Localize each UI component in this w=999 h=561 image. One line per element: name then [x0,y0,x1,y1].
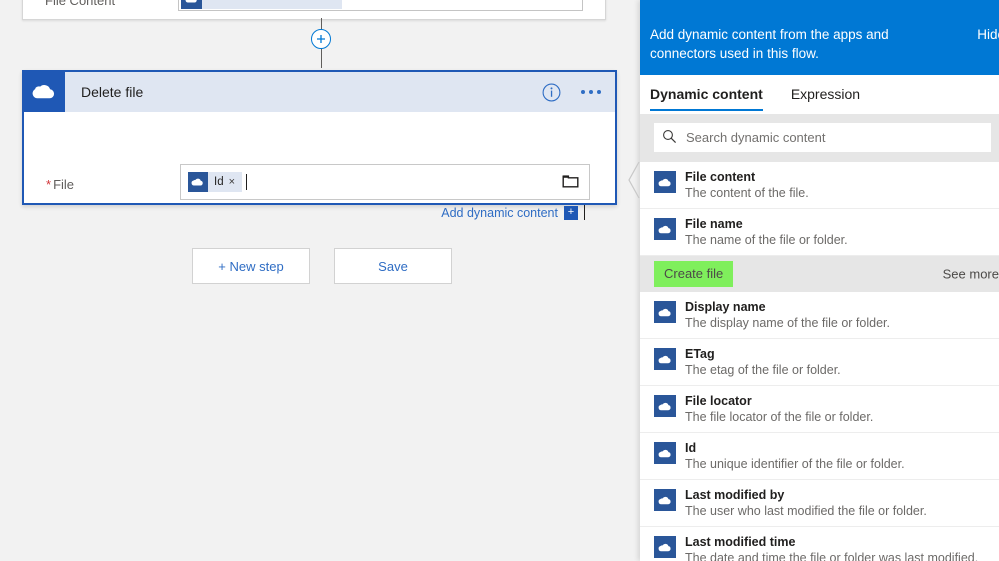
list-item[interactable]: Last modified time The date and time the… [640,527,999,561]
chevron-left-icon[interactable] [627,160,641,200]
folder-icon[interactable] [562,173,579,191]
list-item-desc: The file locator of the file or folder. [685,410,874,424]
onedrive-cloud-icon [654,348,676,370]
text-cursor [246,174,248,190]
flow-connector [311,18,331,78]
onedrive-cloud-icon [654,171,676,193]
list-item[interactable]: ETag The etag of the file or folder. [640,339,999,386]
list-item-name: Display name [685,300,766,314]
list-item-desc: The user who last modified the file or f… [685,504,927,518]
previous-action-card[interactable]: File Content [22,0,606,20]
previous-field-label: File Content [45,0,116,8]
list-item-desc: The name of the file or folder. [685,233,848,247]
list-item-text: Display name The display name of the fil… [685,299,890,332]
onedrive-cloud-icon [654,218,676,240]
add-dynamic-content-link[interactable]: Add dynamic content + [441,205,585,220]
required-marker: * [46,177,52,192]
plus-circle-icon[interactable] [311,29,331,49]
token-label: Id [214,176,224,188]
previous-field-input[interactable] [178,0,583,11]
list-item-name: Last modified time [685,535,796,549]
previous-field-token[interactable] [181,0,342,9]
dynamic-content-list: File content The content of the file. Fi… [640,162,999,561]
list-item-desc: The content of the file. [685,186,809,200]
list-item[interactable]: File locator The file locator of the fil… [640,386,999,433]
search-input[interactable]: Search dynamic content [654,123,991,152]
list-item[interactable]: Last modified by The user who last modif… [640,480,999,527]
onedrive-cloud-icon [654,536,676,558]
list-item-desc: The display name of the file or folder. [685,316,890,330]
onedrive-cloud-icon [181,0,202,9]
list-item-text: Last modified by The user who last modif… [685,487,927,520]
previous-token-label [202,0,342,9]
list-item-name: File content [685,170,756,184]
action-card-header-actions [542,72,603,112]
see-more-button[interactable]: See more [943,267,999,282]
hide-panel-button[interactable]: Hide [977,27,999,42]
ellipsis-icon[interactable] [579,84,603,100]
list-item-name: Id [685,441,697,455]
list-item-name: File name [685,217,743,231]
list-item-text: Id The unique identifier of the file or … [685,440,905,473]
search-container: Search dynamic content [640,114,999,162]
list-item-text: Last modified time The date and time the… [685,534,978,561]
tab-dynamic-content[interactable]: Dynamic content [650,75,763,113]
designer-actions: + New step Save [192,248,452,284]
list-item-name: ETag [685,347,715,361]
list-item-name: File locator [685,394,752,408]
panel-header: Add dynamic content from the apps and co… [640,0,999,75]
search-placeholder: Search dynamic content [686,130,826,145]
close-icon[interactable]: × [229,176,242,188]
list-item-text: ETag The etag of the file or folder. [685,346,841,379]
onedrive-cloud-icon [654,301,676,323]
onedrive-cloud-icon [24,72,65,112]
list-item[interactable]: Id The unique identifier of the file or … [640,433,999,480]
list-item-desc: The unique identifier of the file or fol… [685,457,905,471]
list-item-desc: The etag of the file or folder. [685,363,841,377]
text-cursor [584,205,585,220]
search-icon [662,129,677,147]
group-title-create-file[interactable]: Create file [654,261,734,287]
action-card-header[interactable]: Delete file [24,72,615,112]
new-step-button[interactable]: + New step [192,248,310,284]
onedrive-cloud-icon [654,395,676,417]
list-item[interactable]: File content The content of the file. [640,162,999,209]
dynamic-content-token-id[interactable]: Id × [188,172,243,192]
list-item-name: Last modified by [685,488,785,502]
file-field-label-text: File [53,177,75,192]
panel-tabs: Dynamic content Expression [640,75,999,114]
dynamic-content-panel: Add dynamic content from the apps and co… [640,0,999,561]
onedrive-cloud-icon [654,489,676,511]
onedrive-cloud-icon [654,442,676,464]
dynamic-content-group-header[interactable]: Create file See more [640,256,999,292]
file-field-label: * File [46,177,74,192]
list-item-text: File name The name of the file or folder… [685,216,848,249]
panel-header-text: Add dynamic content from the apps and co… [650,27,889,61]
list-item[interactable]: File name The name of the file or folder… [640,209,999,256]
save-button[interactable]: Save [334,248,452,284]
list-item[interactable]: Display name The display name of the fil… [640,292,999,339]
flow-designer-canvas: File Content Delete file * File Id × Add… [0,0,640,561]
list-item-text: File locator The file locator of the fil… [685,393,873,426]
delete-file-action-card[interactable]: Delete file * File Id × Add dynamic cont… [22,70,617,220]
page-title: Delete file [81,84,144,100]
tab-expression[interactable]: Expression [791,75,860,113]
file-field-input[interactable]: Id × [180,164,590,200]
action-card-body: * File Id × Add dynamic content + [24,112,615,220]
info-circle-icon[interactable] [542,83,561,102]
add-dynamic-content-label: Add dynamic content [441,205,558,220]
onedrive-cloud-icon [188,172,208,192]
list-item-text: File content The content of the file. [685,169,809,202]
list-item-desc: The date and time the file or folder was… [685,551,979,561]
plus-icon[interactable]: + [564,205,578,220]
